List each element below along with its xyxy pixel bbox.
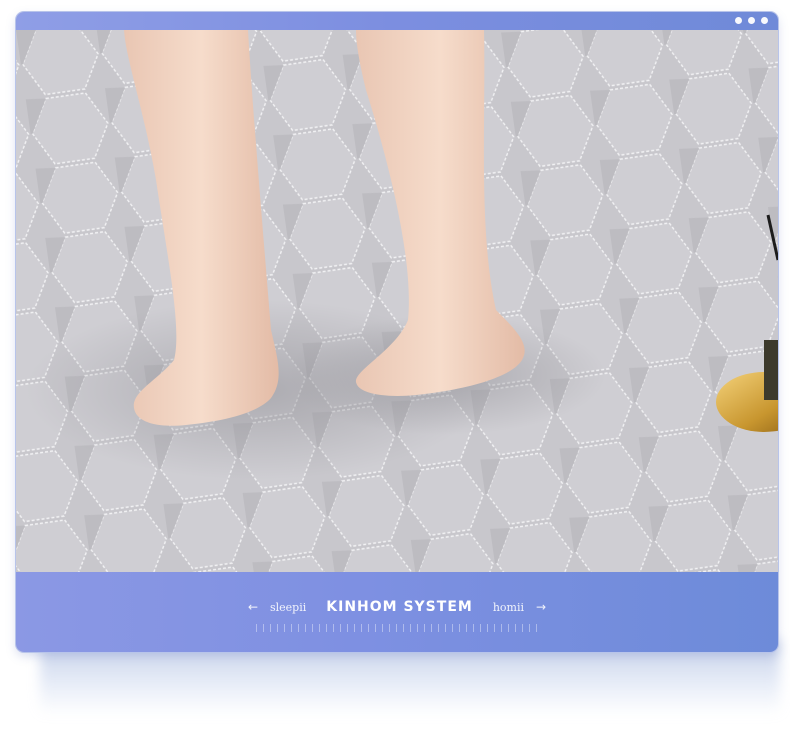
mattress-illustration — [16, 30, 778, 572]
banner-right-text: homii — [492, 600, 524, 614]
brand-row: ← sleepii KINHOM SYSTEM homii → — [16, 596, 778, 618]
window-controls — [735, 17, 768, 24]
banner-title: KINHOM SYSTEM — [326, 599, 473, 615]
window-dot-icon — [748, 17, 755, 24]
product-photo — [16, 30, 778, 572]
product-frame: ← sleepii KINHOM SYSTEM homii → — [16, 12, 778, 652]
window-dot-icon — [761, 17, 768, 24]
banner-left-text: sleepii — [270, 600, 307, 614]
window-titlebar — [16, 12, 778, 30]
decorative-ruler — [256, 624, 541, 632]
brand-banner: ← sleepii KINHOM SYSTEM homii → — [16, 572, 778, 652]
window-dot-icon — [735, 17, 742, 24]
arrow-right-icon: → — [536, 600, 547, 614]
arrow-left-icon: ← — [247, 600, 258, 614]
